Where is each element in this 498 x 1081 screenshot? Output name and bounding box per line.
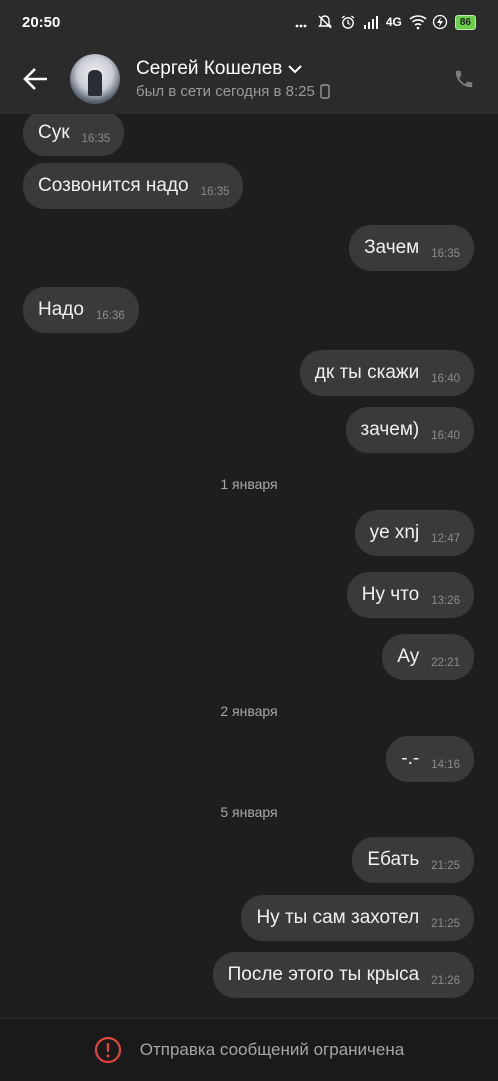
outgoing-message[interactable]: Ну что 13:26 (346, 572, 474, 618)
message-time: 13:26 (431, 595, 460, 607)
alarm-icon (340, 14, 356, 30)
contact-name-text: Сергей Кошелев (136, 58, 283, 79)
outgoing-message[interactable]: Ну ты сам захотел 21:25 (241, 895, 474, 941)
outgoing-message[interactable]: Ау 22:21 (382, 634, 474, 680)
message-time: 16:36 (95, 310, 125, 322)
date-separator: 2 января (220, 703, 278, 719)
dots-icon (294, 14, 310, 30)
message-text: Ау (397, 646, 420, 667)
message-time: 16:40 (431, 373, 460, 385)
date-separator: 1 января (220, 476, 278, 492)
outgoing-message[interactable]: ye xnj 12:47 (354, 510, 474, 556)
back-button[interactable] (16, 59, 56, 99)
incoming-message[interactable]: Надо 16:36 (23, 287, 139, 333)
message-list[interactable]: Сук 16:35 Созвонится надо 16:35 Зачем 16:35 На… (0, 114, 498, 1018)
phone-icon (455, 70, 473, 88)
mute-icon (317, 14, 333, 30)
message-text: Зачем (364, 237, 420, 258)
outgoing-message[interactable]: дк ты скажи 16:40 (299, 350, 474, 396)
message-time: 22:21 (431, 657, 460, 669)
signal-icon (363, 14, 379, 30)
wifi-icon (409, 14, 427, 30)
message-time: 21:26 (431, 975, 460, 987)
battery-icon: 86 (454, 14, 476, 30)
message-text: Созвонится надо (38, 175, 189, 196)
status-icons: 4G 86 (294, 14, 476, 30)
contact-name: Сергей Кошелев (136, 58, 330, 80)
message-time: 16:40 (431, 430, 460, 442)
message-time: 14:16 (431, 759, 460, 771)
message-time: 16:35 (81, 133, 111, 145)
restriction-bar: Отправка сообщений ограничена (0, 1018, 498, 1081)
message-text: дк ты скажи (314, 362, 420, 383)
last-seen-text: был в сети сегодня в 8:25 (136, 83, 315, 100)
call-button[interactable] (446, 61, 482, 97)
network-label: 4G (385, 15, 402, 29)
status-time: 20:50 (22, 13, 61, 31)
chevron-down-icon (288, 65, 303, 74)
message-text: зачем) (360, 419, 420, 440)
message-text: После этого ты крыса (227, 964, 420, 985)
outgoing-message[interactable]: После этого ты крыса 21:26 (212, 952, 474, 998)
contact-info[interactable]: Сергей Кошелев был в сети сегодня в 8:25 (136, 58, 330, 100)
message-text: Ну ты сам захотел (256, 907, 420, 928)
restriction-text: Отправка сообщений ограничена (139, 1040, 405, 1059)
outgoing-message[interactable]: -.- 14:16 (386, 736, 474, 782)
message-time: 21:25 (431, 860, 460, 872)
message-text: Ну что (361, 584, 420, 605)
outgoing-message[interactable]: Зачем 16:35 (349, 225, 474, 271)
warning-icon (94, 1036, 121, 1064)
contact-status: был в сети сегодня в 8:25 (136, 83, 330, 100)
message-time: 16:35 (431, 248, 460, 260)
message-text: -.- (401, 748, 420, 769)
message-time: 16:35 (200, 186, 230, 198)
mobile-icon (320, 84, 330, 99)
date-separator: 5 января (220, 804, 278, 820)
status-bar: 20:50 4G 86 (0, 0, 498, 44)
arrow-left-icon (23, 68, 47, 90)
message-time: 12:47 (431, 533, 460, 545)
chat-header: Сергей Кошелев был в сети сегодня в 8:25 (0, 44, 498, 114)
message-time: 21:25 (431, 918, 460, 930)
charging-icon (432, 14, 448, 30)
incoming-message[interactable]: Созвонится надо 16:35 (23, 163, 244, 209)
message-text: ye xnj (369, 522, 420, 543)
message-text: Сук (38, 122, 70, 143)
incoming-message[interactable]: Сук 16:35 (23, 114, 125, 156)
outgoing-message[interactable]: зачем) 16:40 (345, 407, 474, 453)
message-text: Ебать (367, 849, 420, 870)
message-text: Надо (38, 299, 84, 320)
outgoing-message[interactable]: Ебать 21:25 (352, 837, 474, 883)
avatar[interactable] (70, 54, 120, 104)
